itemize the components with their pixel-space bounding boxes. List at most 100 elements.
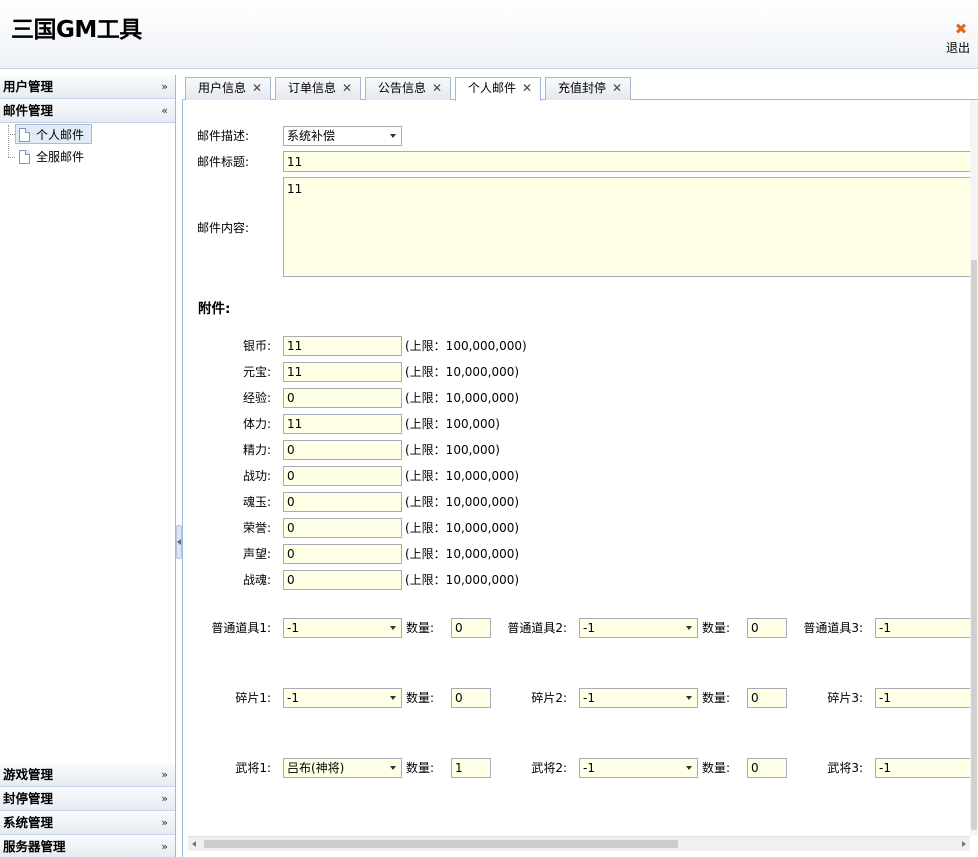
resource-limit: (上限：10,000,000) bbox=[405, 391, 520, 405]
tab-label: 充值封停 bbox=[558, 81, 607, 95]
resource-limit: (上限：10,000,000) bbox=[405, 573, 520, 587]
tab-personal-mail[interactable]: 个人邮件 ✕ bbox=[455, 77, 541, 101]
resource-input[interactable] bbox=[283, 414, 402, 434]
chevron-down-icon[interactable]: » bbox=[161, 811, 168, 835]
resource-input[interactable] bbox=[283, 336, 402, 356]
tab-recharge-ban[interactable]: 充值封停 ✕ bbox=[545, 77, 631, 100]
resource-limit: (上限：100,000,000) bbox=[405, 339, 527, 353]
mail-title-label: 邮件标题: bbox=[197, 155, 250, 169]
resource-limit: (上限：10,000,000) bbox=[405, 547, 520, 561]
mail-content-textarea[interactable]: 11 bbox=[283, 177, 978, 277]
item-label: 普通道具1: bbox=[211, 621, 271, 635]
mail-form: 邮件描述: 系统补偿 邮件标题: 邮件内容: 11 附件: 银币: (上限：100… bbox=[182, 100, 978, 857]
item-select[interactable]: -1 bbox=[283, 618, 402, 638]
panel-user-management[interactable]: 用户管理 » bbox=[0, 75, 175, 99]
select-value: -1 bbox=[879, 691, 891, 705]
item-label: 普通道具2: bbox=[507, 621, 567, 635]
close-icon[interactable]: ✕ bbox=[342, 78, 352, 99]
item-select[interactable]: -1 bbox=[579, 758, 698, 778]
panel-ban-management[interactable]: 封停管理 » bbox=[0, 787, 175, 811]
chevron-down-icon[interactable]: » bbox=[161, 835, 168, 857]
resource-input[interactable] bbox=[283, 544, 402, 564]
item-select[interactable]: -1 bbox=[283, 688, 402, 708]
panel-server-management[interactable]: 服务器管理 » bbox=[0, 835, 175, 857]
item-select[interactable]: -1 bbox=[875, 618, 978, 638]
resource-label: 银币: bbox=[242, 339, 271, 353]
mail-desc-select[interactable]: 系统补偿 bbox=[283, 126, 402, 146]
item-select[interactable]: 吕布(神将) bbox=[283, 758, 402, 778]
resource-input[interactable] bbox=[283, 492, 402, 512]
chevron-down-icon[interactable]: » bbox=[161, 787, 168, 811]
item-label: 碎片1: bbox=[235, 691, 271, 705]
tab-notice-info[interactable]: 公告信息 ✕ bbox=[365, 77, 451, 100]
resource-limit: (上限：10,000,000) bbox=[405, 521, 520, 535]
tree-item-server-mail[interactable]: 全服邮件 bbox=[16, 147, 92, 167]
select-value: -1 bbox=[287, 621, 299, 635]
panel-label: 系统管理 bbox=[3, 815, 54, 830]
chevron-down-icon[interactable]: » bbox=[161, 763, 168, 787]
select-value: 吕布(神将) bbox=[287, 761, 345, 775]
tab-label: 用户信息 bbox=[198, 81, 247, 95]
panel-label: 游戏管理 bbox=[3, 767, 54, 782]
panel-mail-management[interactable]: 邮件管理 « bbox=[0, 99, 175, 123]
vertical-scrollbar[interactable] bbox=[970, 100, 978, 835]
resource-input[interactable] bbox=[283, 388, 402, 408]
tab-user-info[interactable]: 用户信息 ✕ bbox=[185, 77, 271, 100]
close-icon[interactable]: ✕ bbox=[252, 78, 262, 99]
chevron-down-icon bbox=[390, 626, 396, 630]
logout-label: 退出 bbox=[946, 41, 971, 55]
attachments-heading: 附件: bbox=[198, 301, 231, 317]
qty-label: 数量: bbox=[406, 621, 435, 635]
scroll-left-icon[interactable] bbox=[192, 841, 196, 847]
resource-label: 魂玉: bbox=[242, 495, 271, 509]
chevron-down-icon bbox=[390, 696, 396, 700]
qty-label: 数量: bbox=[702, 691, 731, 705]
panel-label: 邮件管理 bbox=[3, 103, 54, 118]
mail-title-input[interactable] bbox=[283, 151, 978, 172]
document-icon bbox=[19, 128, 30, 142]
chevron-up-icon[interactable]: « bbox=[161, 99, 168, 123]
select-value: -1 bbox=[879, 761, 891, 775]
resource-label: 经验: bbox=[242, 391, 271, 405]
tree-item-personal-mail[interactable]: 个人邮件 bbox=[15, 124, 92, 144]
panel-system-management[interactable]: 系统管理 » bbox=[0, 811, 175, 835]
select-value: -1 bbox=[583, 621, 595, 635]
horizontal-scrollbar[interactable] bbox=[188, 836, 970, 851]
item-select[interactable]: -1 bbox=[579, 688, 698, 708]
qty-label: 数量: bbox=[702, 761, 731, 775]
close-icon[interactable]: ✕ bbox=[432, 78, 442, 99]
tree-connector bbox=[8, 125, 9, 157]
scroll-thumb[interactable] bbox=[971, 260, 977, 830]
logout-button[interactable]: ✖ 退出 bbox=[946, 20, 976, 55]
chevron-down-icon[interactable]: » bbox=[161, 75, 168, 99]
close-icon[interactable]: ✕ bbox=[522, 78, 532, 99]
chevron-down-icon bbox=[390, 134, 396, 138]
select-value: -1 bbox=[287, 691, 299, 705]
item-label: 碎片2: bbox=[531, 691, 567, 705]
item-select[interactable]: -1 bbox=[579, 618, 698, 638]
select-value: -1 bbox=[583, 761, 595, 775]
resource-label: 声望: bbox=[242, 547, 271, 561]
resource-input[interactable] bbox=[283, 440, 402, 460]
resource-label: 战魂: bbox=[242, 573, 271, 587]
panel-game-management[interactable]: 游戏管理 » bbox=[0, 763, 175, 787]
resource-limit: (上限：100,000) bbox=[405, 417, 500, 431]
select-value: 系统补偿 bbox=[287, 129, 336, 143]
chevron-down-icon bbox=[686, 626, 692, 630]
tab-order-info[interactable]: 订单信息 ✕ bbox=[275, 77, 361, 100]
item-select[interactable]: -1 bbox=[875, 758, 978, 778]
select-value: -1 bbox=[583, 691, 595, 705]
scroll-thumb[interactable] bbox=[204, 840, 678, 848]
resource-input[interactable] bbox=[283, 362, 402, 382]
item-label: 武将2: bbox=[531, 761, 567, 775]
tree-item-label: 个人邮件 bbox=[36, 128, 85, 142]
close-icon[interactable]: ✕ bbox=[612, 78, 622, 99]
panel-label: 用户管理 bbox=[3, 79, 54, 94]
resource-input[interactable] bbox=[283, 518, 402, 538]
scroll-right-icon[interactable] bbox=[962, 841, 966, 847]
qty-label: 数量: bbox=[406, 691, 435, 705]
resource-input[interactable] bbox=[283, 570, 402, 590]
resource-input[interactable] bbox=[283, 466, 402, 486]
tree-item-label: 全服邮件 bbox=[36, 150, 85, 164]
item-select[interactable]: -1 bbox=[875, 688, 978, 708]
